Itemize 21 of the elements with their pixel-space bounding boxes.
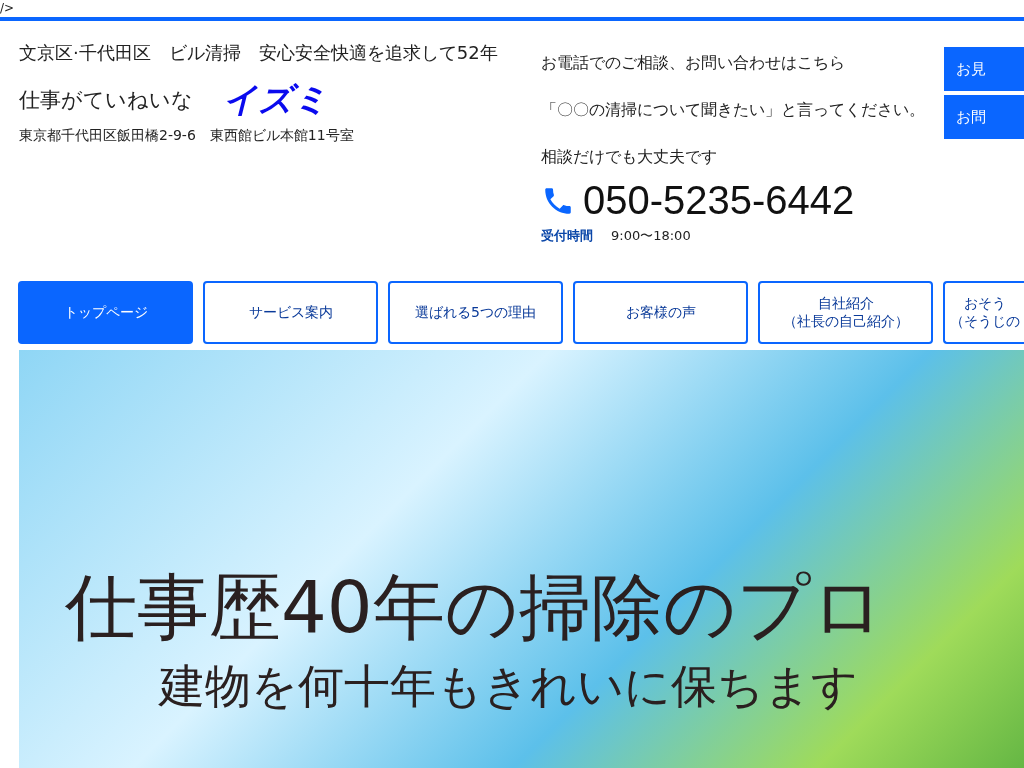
nav-tab[interactable]: 選ばれる5つの理由	[388, 281, 563, 344]
nav-tab[interactable]: 自社紹介 （社長の自己紹介）	[758, 281, 933, 344]
nav-tab[interactable]: トップページ	[18, 281, 193, 344]
nav-tab[interactable]: お客様の声	[573, 281, 748, 344]
hero-headline: 仕事歴40年の掃除のプロ	[64, 564, 885, 651]
hero-subline: 建物を何十年もきれいに保ちます	[157, 658, 858, 715]
nav-tab[interactable]: サービス案内	[203, 281, 378, 344]
contact-text: お電話でのご相談、お問い合わせはこちら	[541, 53, 845, 74]
side-button[interactable]: お見	[944, 47, 1024, 91]
hours-text: 9:00〜18:00	[611, 227, 691, 245]
contact-text: 相談だけでも大丈夫です	[541, 147, 717, 168]
hours-label: 受付時間	[541, 227, 593, 245]
tagline: 文京区·千代田区 ビル清掃 安心安全快適を追求して52年	[19, 41, 498, 65]
contact-text: 「〇〇の清掃について聞きたい」と言ってください。	[541, 100, 925, 121]
brand-logo: イズミ	[223, 78, 328, 121]
catch-phrase: 仕事がていねいな	[19, 87, 193, 114]
address-text: 東京都千代田区飯田橋2-9-6 東西館ビル本館11号室	[19, 127, 354, 145]
nav-tab[interactable]: おそう （そうじの	[943, 281, 1024, 344]
side-button[interactable]: お問	[944, 95, 1024, 139]
stray-markup-text: />	[0, 0, 15, 17]
phone-number[interactable]: 050-5235-6442	[583, 178, 855, 223]
